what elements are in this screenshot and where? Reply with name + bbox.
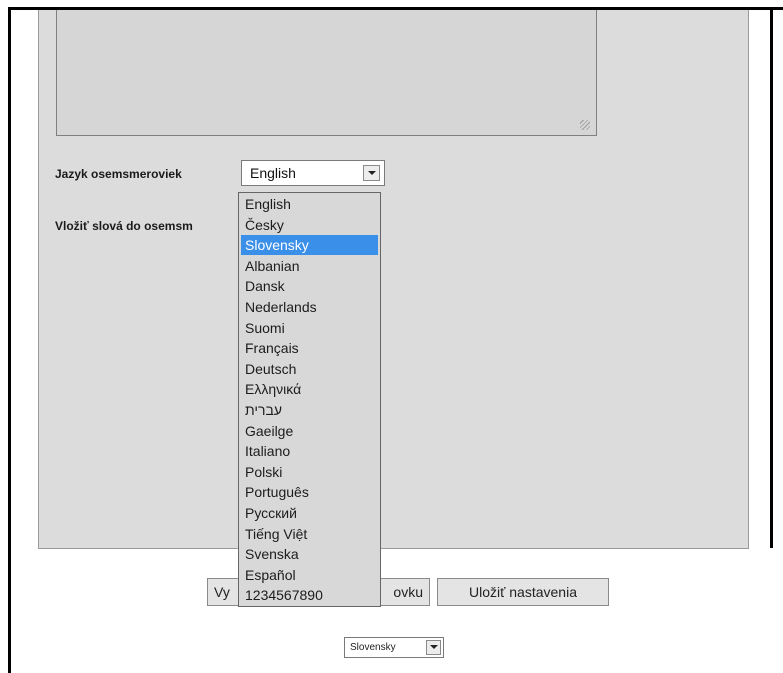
language-select-value: English <box>250 165 296 181</box>
language-select[interactable]: English <box>241 160 385 186</box>
frame-border-right <box>770 7 773 548</box>
generate-button-label: Vy <box>214 584 230 600</box>
language-option[interactable]: 1234567890 <box>241 585 378 605</box>
language-option[interactable]: Gaeilge <box>241 421 378 441</box>
language-option[interactable]: Ελληνικά <box>241 379 378 399</box>
generate-button-label-end: ovku <box>393 584 423 600</box>
language-option[interactable]: Slovensky <box>241 235 378 256</box>
language-option[interactable]: Français <box>241 338 378 358</box>
language-option[interactable]: Nederlands <box>241 297 378 317</box>
insert-words-label: Vložiť slová do osemsm <box>55 219 193 233</box>
language-option[interactable]: Italiano <box>241 441 378 461</box>
language-option[interactable]: English <box>241 194 378 214</box>
language-option[interactable]: Español <box>241 565 378 585</box>
resize-grip-icon[interactable] <box>580 120 590 130</box>
language-option[interactable]: Português <box>241 482 378 502</box>
language-option[interactable]: Svenska <box>241 544 378 564</box>
language-option[interactable]: עברית <box>241 400 378 420</box>
language-option[interactable]: Albanian <box>241 256 378 276</box>
language-option[interactable]: Suomi <box>241 318 378 338</box>
chevron-down-icon[interactable] <box>363 165 380 181</box>
language-dropdown-list[interactable]: English Česky Slovensky Albanian Dansk Nederl… <box>238 192 381 607</box>
language-option[interactable]: Dansk <box>241 276 378 296</box>
language-option[interactable]: Deutsch <box>241 359 378 379</box>
ui-language-select[interactable]: Slovensky <box>344 637 444 658</box>
language-label: Jazyk osemsmeroviek <box>55 167 182 181</box>
save-settings-button[interactable]: Uložiť nastavenia <box>437 578 609 606</box>
frame-border-left <box>8 7 11 673</box>
ui-language-select-value: Slovensky <box>350 642 396 653</box>
language-option[interactable]: Tiếng Việt <box>241 524 378 544</box>
save-settings-label: Uložiť nastavenia <box>469 584 577 600</box>
language-option[interactable]: Česky <box>241 215 378 235</box>
words-textarea[interactable] <box>56 10 597 136</box>
chevron-down-icon[interactable] <box>426 640 441 655</box>
language-option[interactable]: Polski <box>241 462 378 482</box>
language-option[interactable]: Русский <box>241 503 378 523</box>
